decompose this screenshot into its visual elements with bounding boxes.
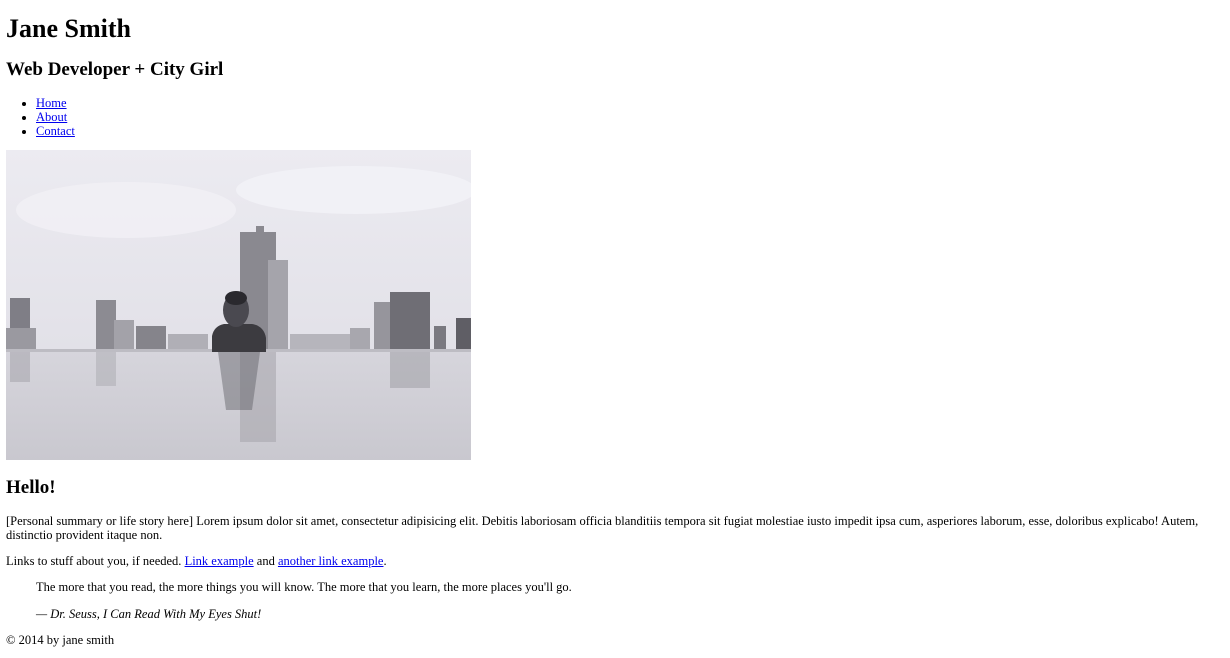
quote-text: The more that you read, the more things … [36, 580, 572, 594]
building [168, 334, 208, 350]
footer-copyright: © 2014 by jane smith [6, 633, 115, 647]
reflection [10, 352, 30, 382]
building [136, 326, 166, 350]
nav-link-home[interactable]: Home [36, 96, 67, 110]
building [96, 300, 116, 350]
nav-link-about[interactable]: About [36, 110, 67, 124]
nav-item-about: About [36, 110, 75, 124]
hero-photo-illustration [6, 150, 471, 460]
main-nav: Home About Contact [6, 96, 75, 138]
link-example[interactable]: Link example [185, 554, 254, 568]
reflection [390, 352, 430, 388]
section-heading-hello: Hello! [6, 477, 56, 498]
personal-summary: [Personal summary or life story here] Lo… [6, 514, 1199, 542]
site-title: Jane Smith [6, 14, 131, 43]
building [6, 328, 36, 350]
links-paragraph: Links to stuff about you, if needed. Lin… [6, 554, 387, 568]
building [374, 302, 392, 350]
building [350, 328, 370, 350]
reflection [96, 352, 116, 386]
hero-image [6, 150, 471, 460]
building [390, 292, 430, 350]
tower-top [256, 226, 264, 236]
links-prefix: Links to stuff about you, if needed. [6, 554, 185, 568]
nav-item-home: Home [36, 96, 75, 110]
building [456, 318, 471, 350]
building [434, 326, 446, 350]
swimmer-shoulders [212, 324, 266, 352]
cloud [16, 182, 236, 238]
site-tagline: Web Developer + City Girl [6, 59, 224, 80]
quote-block: The more that you read, the more things … [36, 580, 572, 621]
nav-item-contact: Contact [36, 124, 75, 138]
nav-link-contact[interactable]: Contact [36, 124, 75, 138]
links-middle: and [253, 554, 278, 568]
building [290, 334, 350, 350]
tower-wing [268, 260, 288, 350]
swimmer-hair [225, 291, 247, 305]
quote-citation: — Dr. Seuss, I Can Read With My Eyes Shu… [36, 607, 262, 621]
building [114, 320, 134, 350]
cloud [236, 166, 471, 214]
links-suffix: . [383, 554, 387, 568]
another-link-example[interactable]: another link example [278, 554, 384, 568]
